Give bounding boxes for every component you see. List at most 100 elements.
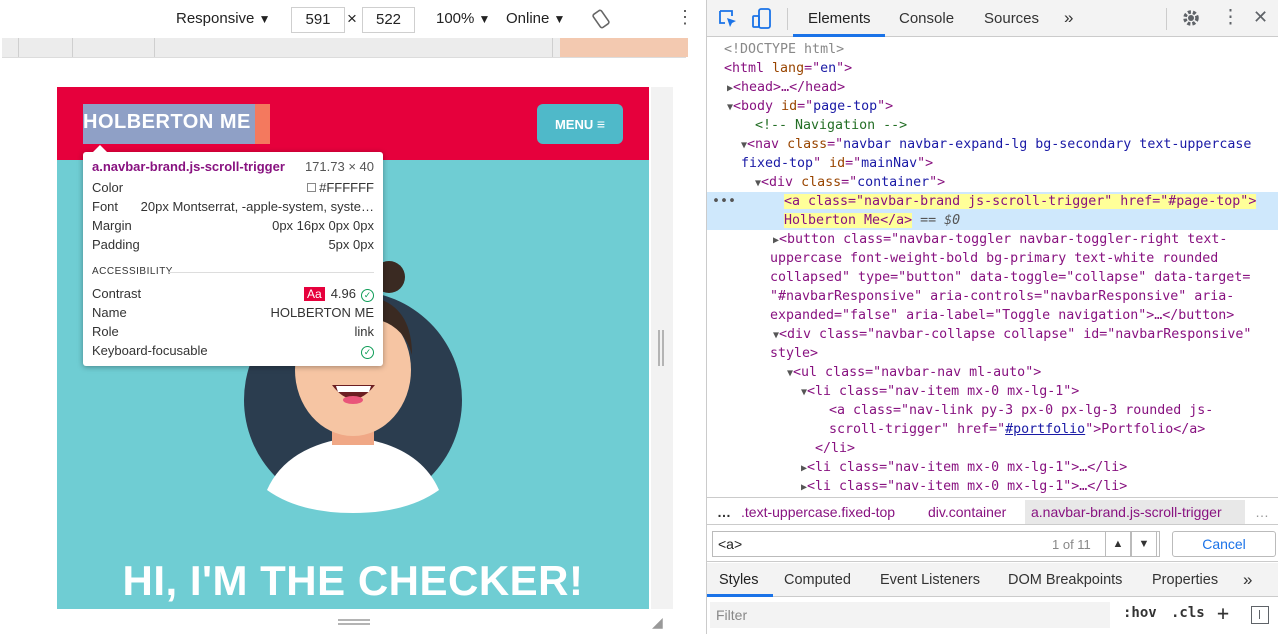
dom-line[interactable]: </li>: [815, 439, 855, 458]
tooltip-row-name: Name HOLBERTON ME: [92, 305, 374, 323]
dom-line[interactable]: <a class="nav-link py-3 px-0 px-lg-3 rou…: [829, 401, 1213, 420]
tab-computed[interactable]: Computed: [784, 572, 851, 588]
close-icon[interactable]: ✕: [1253, 7, 1268, 28]
hamburger-icon: ≡: [596, 116, 606, 132]
class-toggle[interactable]: .cls: [1171, 605, 1205, 621]
tab-event-listeners[interactable]: Event Listeners: [880, 572, 980, 588]
dom-token: id: [781, 99, 798, 114]
search-next-icon[interactable]: ▼: [1131, 531, 1157, 557]
dom-line[interactable]: ▼<body id="page-top">: [727, 97, 893, 116]
tab-dom-breakpoints[interactable]: DOM Breakpoints: [1008, 572, 1122, 588]
dom-token: <body: [733, 99, 782, 114]
dom-line[interactable]: ▼<li class="nav-item mx-0 mx-lg-1">: [801, 382, 1079, 401]
search-cancel-button[interactable]: Cancel: [1172, 531, 1276, 557]
resize-handle-right[interactable]: [658, 330, 664, 366]
tooltip-value: link: [354, 324, 374, 339]
styles-filter-input[interactable]: Filter: [710, 602, 1110, 628]
dom-token: ">: [836, 61, 853, 76]
selected-node-marker[interactable]: •••: [712, 192, 736, 211]
tooltip-selector: a.navbar-brand.js-scroll-trigger: [92, 159, 285, 174]
tab-sources[interactable]: Sources: [984, 10, 1039, 27]
dom-line[interactable]: ▼<div class="container">: [755, 173, 945, 192]
dom-token: <nav: [747, 137, 788, 152]
width-input[interactable]: 591: [291, 7, 345, 33]
dom-line[interactable]: fixed-top" id="mainNav">: [741, 154, 933, 173]
dom-line[interactable]: <html lang="en">: [724, 59, 852, 78]
more-tabs-icon[interactable]: »: [1064, 8, 1073, 28]
height-input[interactable]: 522: [362, 7, 415, 33]
dom-token: <li class="nav-item mx-0 mx-lg-1">: [807, 384, 1080, 399]
tooltip-size: 171.73 × 40: [304, 159, 374, 174]
tab-console[interactable]: Console: [899, 10, 954, 27]
add-rule-icon[interactable]: +: [1217, 601, 1229, 625]
tab-elements[interactable]: Elements: [808, 10, 871, 27]
tooltip-label: Contrast: [92, 286, 142, 301]
dom-line[interactable]: uppercase font-weight-bold bg-primary te…: [770, 249, 1218, 268]
dom-line[interactable]: ▶<li class="nav-item mx-0 mx-lg-1">…</li…: [801, 477, 1127, 495]
inspect-element-icon[interactable]: [717, 8, 739, 34]
device-select[interactable]: Responsive ▼: [176, 10, 270, 27]
sidebar-toggle-icon[interactable]: [1251, 606, 1269, 624]
breadcrumb-item-active[interactable]: a.navbar-brand.js-scroll-trigger: [1031, 504, 1222, 520]
dom-line-selected[interactable]: Holberton Me</a> == $0: [784, 211, 960, 230]
menu-label: MENU: [554, 117, 594, 132]
breadcrumb-overflow[interactable]: …: [717, 504, 731, 520]
resize-corner-icon[interactable]: ◢: [652, 614, 663, 631]
dom-comment[interactable]: <!-- Navigation -->: [755, 116, 907, 135]
dom-token: class: [801, 175, 842, 190]
dom-line[interactable]: scroll-trigger" href="#portfolio">Portfo…: [829, 420, 1205, 439]
caret-down-icon: ▼: [478, 12, 491, 26]
dom-token: page-top: [813, 99, 878, 114]
rotate-icon[interactable]: [591, 9, 611, 33]
navbar-brand-link[interactable]: HOLBERTON ME: [83, 111, 251, 134]
dom-line[interactable]: ▶<button class="navbar-toggler navbar-to…: [773, 230, 1227, 249]
tooltip-row-keyboard: Keyboard-focusable ✓: [92, 343, 374, 361]
dom-line[interactable]: ▶<head>…</head>: [727, 78, 845, 97]
breadcrumb: … .text-uppercase.fixed-top div.containe…: [707, 497, 1278, 525]
more-tabs-icon[interactable]: »: [1243, 570, 1252, 590]
styles-filter-bar: Filter :hov .cls +: [707, 598, 1278, 634]
throttle-select[interactable]: Online ▼: [506, 10, 565, 27]
dom-line[interactable]: style>: [770, 344, 818, 363]
search-match-count: 1 of 11: [1052, 537, 1091, 552]
more-options-icon[interactable]: ⋮: [676, 8, 694, 26]
search-prev-icon[interactable]: ▲: [1105, 531, 1131, 557]
dom-token: ">: [917, 156, 934, 171]
breadcrumb-item[interactable]: div.container: [928, 504, 1006, 520]
tooltip-label: Keyboard-focusable: [92, 343, 208, 358]
menu-button[interactable]: MENU ≡: [537, 104, 623, 144]
hover-state-toggle[interactable]: :hov: [1123, 605, 1157, 621]
dom-line[interactable]: <!DOCTYPE html>: [724, 40, 844, 59]
ruler-active-segment: [560, 38, 688, 57]
dom-line[interactable]: collapsed" type="button" data-toggle="co…: [770, 268, 1250, 287]
dom-line[interactable]: ▼<nav class="navbar navbar-expand-lg bg-…: [741, 135, 1251, 154]
dom-token: <a class="navbar-brand js-scroll-trigger…: [784, 194, 1257, 209]
dom-line[interactable]: expanded="false" aria-label="Toggle navi…: [770, 306, 1234, 325]
dom-line[interactable]: ▼<ul class="navbar-nav ml-auto">: [787, 363, 1041, 382]
dom-search-input[interactable]: <a>: [712, 531, 1160, 557]
dom-token: =": [845, 156, 862, 171]
breadcrumb-item[interactable]: .text-uppercase.fixed-top: [741, 504, 895, 520]
resize-handle-bottom[interactable]: [338, 619, 370, 625]
ruler-tick: [18, 38, 19, 57]
tooltip-row-contrast: Contrast Aa 4.96 ✓: [92, 286, 374, 304]
device-toggle-icon[interactable]: [751, 7, 773, 35]
breadcrumb-overflow[interactable]: …: [1255, 504, 1269, 520]
dom-line-selected[interactable]: <a class="navbar-brand js-scroll-trigger…: [784, 192, 1257, 211]
tooltip-label: Font: [92, 199, 119, 214]
settings-gear-icon[interactable]: [1181, 8, 1201, 32]
dom-token: id: [829, 156, 846, 171]
dom-token: ">Portfolio</a>: [1085, 422, 1206, 437]
zoom-select[interactable]: 100% ▼: [436, 10, 490, 27]
dom-line[interactable]: "#navbarResponsive" aria-controls="navba…: [770, 287, 1234, 306]
dom-token: <div: [761, 175, 802, 190]
tab-properties[interactable]: Properties: [1152, 572, 1218, 588]
tab-styles[interactable]: Styles: [719, 572, 759, 588]
dom-link[interactable]: #portfolio: [1005, 422, 1085, 437]
dom-token: ": [813, 156, 830, 171]
dom-line[interactable]: ▶<li class="nav-item mx-0 mx-lg-1">…</li…: [801, 458, 1127, 477]
caret-down-icon: ▼: [258, 12, 271, 26]
dom-line[interactable]: ▼<div class="navbar-collapse collapse" i…: [773, 325, 1251, 344]
active-tab-indicator: [793, 34, 885, 37]
customize-menu-icon[interactable]: ⋮: [1221, 6, 1240, 29]
